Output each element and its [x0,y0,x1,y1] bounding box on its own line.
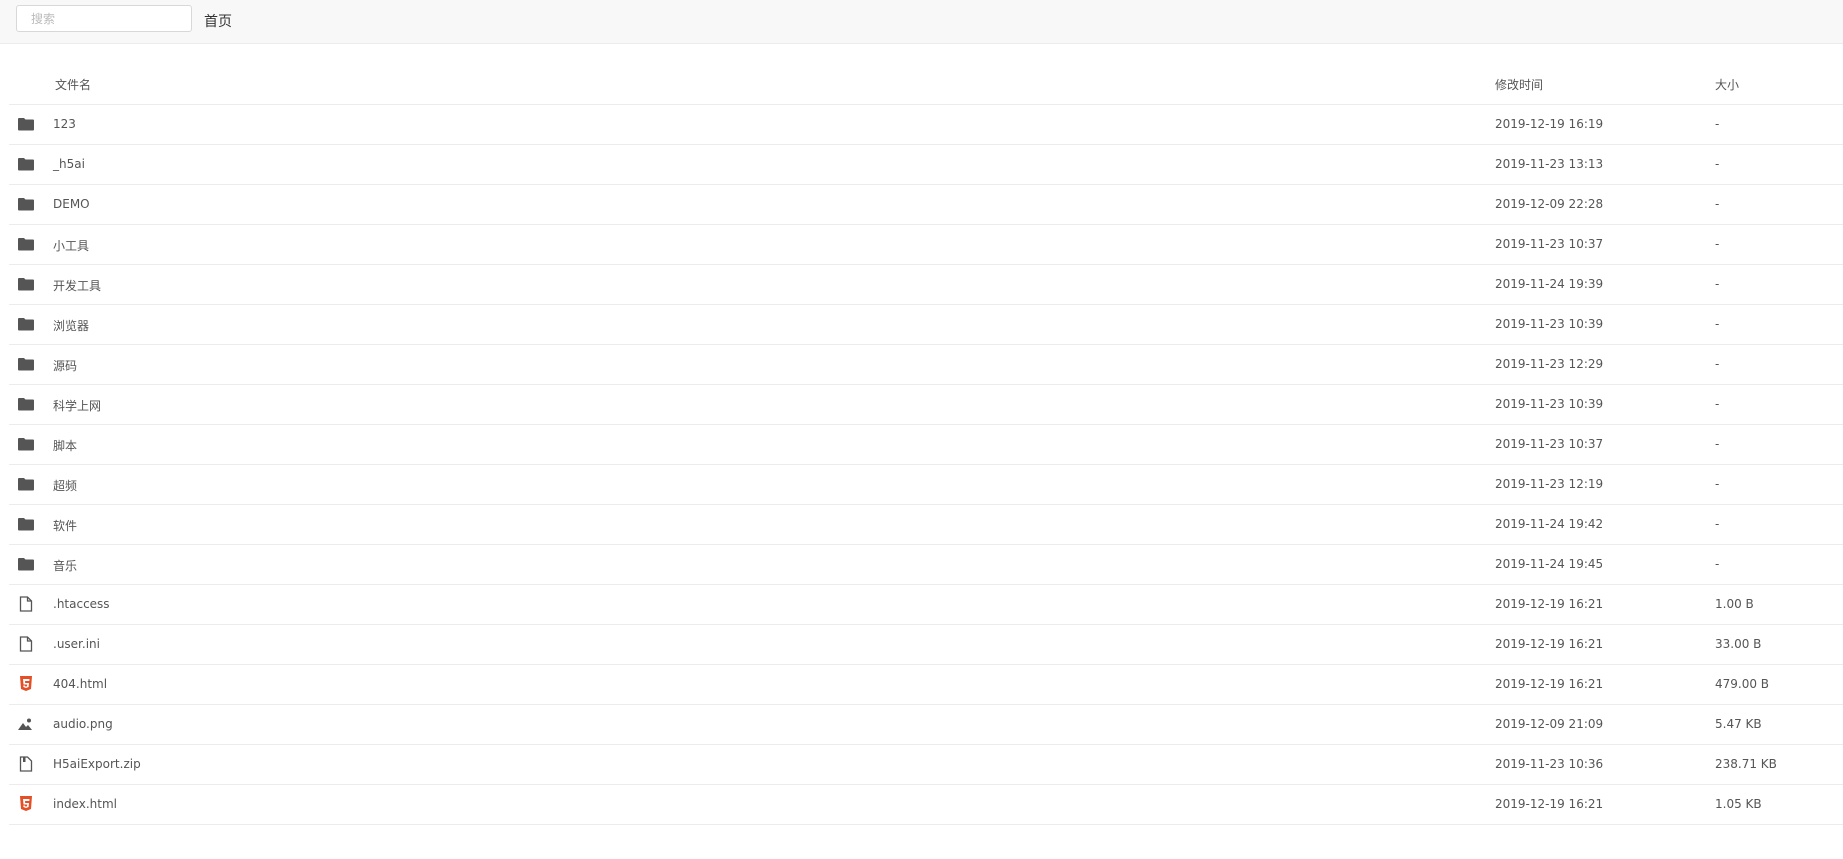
folder-icon [17,475,35,493]
file-icon [17,635,35,653]
item-modified: 2019-12-19 16:21 [1495,597,1604,611]
table-row[interactable]: 软件 2019-11-24 19:42 - [9,505,1843,545]
item-name[interactable]: 源码 [53,357,77,374]
item-size: 479.00 B [1715,677,1770,691]
table-row[interactable]: _h5ai 2019-11-23 13:13 - [9,145,1843,185]
item-modified: 2019-11-23 12:19 [1495,477,1604,491]
column-header-name[interactable]: 文件名 [55,76,91,93]
item-modified: 2019-12-09 22:28 [1495,197,1604,211]
item-name[interactable]: _h5ai [53,157,85,171]
folder-icon [17,555,35,573]
table-row[interactable]: 科学上网 2019-11-23 10:39 - [9,385,1843,425]
table-row[interactable]: .user.ini 2019-12-19 16:21 33.00 B [9,625,1843,665]
item-size: 1.00 B [1715,597,1754,611]
folder-icon [17,435,35,453]
item-name[interactable]: index.html [53,797,117,811]
item-size: - [1715,477,1720,491]
item-modified: 2019-12-19 16:19 [1495,117,1604,131]
table-row[interactable]: 音乐 2019-11-24 19:45 - [9,545,1843,585]
archive-icon [17,755,35,773]
item-size: - [1715,237,1720,251]
top-bar: 首页 [0,0,1843,44]
item-name[interactable]: H5aiExport.zip [53,757,141,771]
folder-icon [17,235,35,253]
html5-icon [17,675,35,693]
column-header-size[interactable]: 大小 [1715,76,1739,93]
item-size: - [1715,357,1720,371]
item-modified: 2019-11-23 10:36 [1495,757,1604,771]
file-icon [17,595,35,613]
item-modified: 2019-11-23 10:37 [1495,437,1604,451]
item-size: - [1715,117,1720,131]
table-row[interactable]: DEMO 2019-12-09 22:28 - [9,185,1843,225]
table-row[interactable]: 浏览器 2019-11-23 10:39 - [9,305,1843,345]
item-modified: 2019-11-24 19:39 [1495,277,1604,291]
folder-icon [17,275,35,293]
item-modified: 2019-12-09 21:09 [1495,717,1604,731]
item-modified: 2019-11-23 10:39 [1495,317,1604,331]
item-size: - [1715,277,1720,291]
item-name[interactable]: audio.png [53,717,113,731]
item-modified: 2019-12-19 16:21 [1495,797,1604,811]
item-modified: 2019-11-23 10:39 [1495,397,1604,411]
table-row[interactable]: 源码 2019-11-23 12:29 - [9,345,1843,385]
folder-icon [17,315,35,333]
item-name[interactable]: 科学上网 [53,397,101,414]
table-row[interactable]: H5aiExport.zip 2019-11-23 10:36 238.71 KB [9,745,1843,785]
item-size: 5.47 KB [1715,717,1762,731]
item-modified: 2019-11-23 10:37 [1495,237,1604,251]
table-row[interactable]: 404.html 2019-12-19 16:21 479.00 B [9,665,1843,705]
folder-icon [17,395,35,413]
item-name[interactable]: 404.html [53,677,107,691]
folder-icon [17,155,35,173]
item-name[interactable]: 浏览器 [53,317,89,334]
table-row[interactable]: 开发工具 2019-11-24 19:39 - [9,265,1843,305]
item-size: - [1715,197,1720,211]
column-header-modified[interactable]: 修改时间 [1495,76,1543,93]
item-modified: 2019-12-19 16:21 [1495,637,1604,651]
item-name[interactable]: .user.ini [53,637,100,651]
table-row[interactable]: 脚本 2019-11-23 10:37 - [9,425,1843,465]
item-name[interactable]: DEMO [53,197,90,211]
item-size: 238.71 KB [1715,757,1777,771]
item-name[interactable]: 超频 [53,477,77,494]
breadcrumb-home[interactable]: 首页 [204,11,232,31]
item-size: - [1715,437,1720,451]
item-name[interactable]: .htaccess [53,597,110,611]
item-name[interactable]: 音乐 [53,557,77,574]
table-row[interactable]: 123 2019-12-19 16:19 - [9,105,1843,145]
item-size: - [1715,517,1720,531]
table-row[interactable]: 小工具 2019-11-23 10:37 - [9,225,1843,265]
table-row[interactable]: .htaccess 2019-12-19 16:21 1.00 B [9,585,1843,625]
item-name[interactable]: 小工具 [53,237,89,254]
table-row[interactable]: index.html 2019-12-19 16:21 1.05 KB [9,785,1843,825]
item-name[interactable]: 开发工具 [53,277,101,294]
html5-icon [17,795,35,813]
file-rows: 123 2019-12-19 16:19 - _h5ai 2019-11-23 13:1… [9,105,1843,825]
item-size: - [1715,397,1720,411]
item-name[interactable]: 软件 [53,517,77,534]
folder-icon [17,115,35,133]
listing-header: 文件名 修改时间 大小 [9,43,1843,105]
item-modified: 2019-12-19 16:21 [1495,677,1604,691]
item-size: - [1715,557,1720,571]
table-row[interactable]: audio.png 2019-12-09 21:09 5.47 KB [9,705,1843,745]
folder-icon [17,195,35,213]
file-listing: 文件名 修改时间 大小 123 2019-12-19 16:19 - _h5ai 201… [9,43,1843,825]
table-row[interactable]: 超频 2019-11-23 12:19 - [9,465,1843,505]
item-size: - [1715,317,1720,331]
item-name[interactable]: 123 [53,117,76,131]
item-size: 33.00 B [1715,637,1762,651]
folder-icon [17,355,35,373]
folder-icon [17,515,35,533]
item-size: - [1715,157,1720,171]
image-icon [17,715,35,733]
item-modified: 2019-11-23 13:13 [1495,157,1604,171]
item-name[interactable]: 脚本 [53,437,77,454]
item-modified: 2019-11-23 12:29 [1495,357,1604,371]
item-modified: 2019-11-24 19:45 [1495,557,1604,571]
item-modified: 2019-11-24 19:42 [1495,517,1604,531]
item-size: 1.05 KB [1715,797,1762,811]
search-input[interactable] [16,5,192,32]
